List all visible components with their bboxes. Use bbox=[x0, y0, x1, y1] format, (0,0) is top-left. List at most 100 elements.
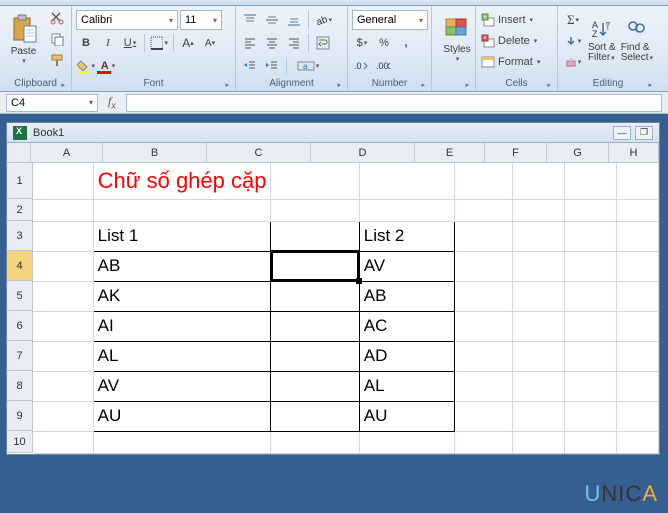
restore-button[interactable]: ❐ bbox=[635, 126, 653, 140]
cell-F5[interactable] bbox=[513, 281, 565, 311]
delete-cells-button[interactable]: ×Delete▾ bbox=[480, 31, 554, 51]
cell-F1[interactable] bbox=[513, 163, 565, 199]
cell-E8[interactable] bbox=[454, 371, 513, 401]
cell-E10[interactable] bbox=[454, 431, 513, 453]
col-header-D[interactable]: D bbox=[311, 143, 415, 163]
cell-G3[interactable] bbox=[565, 221, 617, 251]
row-header-4[interactable]: 4 bbox=[7, 251, 33, 281]
align-top-button[interactable] bbox=[240, 10, 260, 30]
cell-A6[interactable] bbox=[33, 311, 93, 341]
decrease-decimal-button[interactable]: .00 bbox=[374, 56, 394, 76]
percent-button[interactable]: % bbox=[374, 33, 394, 53]
cell-E4[interactable] bbox=[454, 251, 513, 281]
minimize-button[interactable]: — bbox=[613, 126, 631, 140]
cell-F6[interactable] bbox=[513, 311, 565, 341]
autosum-button[interactable]: Σ▾ bbox=[562, 10, 584, 30]
currency-button[interactable]: $▾ bbox=[352, 33, 372, 53]
align-left-button[interactable] bbox=[240, 33, 260, 53]
cell-B7[interactable]: AL bbox=[93, 341, 271, 371]
cell-E7[interactable] bbox=[454, 341, 513, 371]
cell-G2[interactable] bbox=[565, 199, 617, 221]
cell-H6[interactable] bbox=[617, 311, 659, 341]
formula-input[interactable] bbox=[126, 94, 662, 112]
cell-H7[interactable] bbox=[617, 341, 659, 371]
cell-H5[interactable] bbox=[617, 281, 659, 311]
row-header-10[interactable]: 10 bbox=[7, 431, 33, 453]
cell-H1[interactable] bbox=[617, 163, 659, 199]
name-box[interactable]: C4▾ bbox=[6, 94, 98, 112]
cell-E9[interactable] bbox=[454, 401, 513, 431]
cell-A1[interactable] bbox=[33, 163, 93, 199]
col-header-F[interactable]: F bbox=[485, 143, 547, 163]
row-header-1[interactable]: 1 bbox=[7, 163, 33, 199]
cell-C1[interactable] bbox=[271, 163, 359, 199]
cell-B8[interactable]: AV bbox=[93, 371, 271, 401]
cell-F2[interactable] bbox=[513, 199, 565, 221]
cell-A9[interactable] bbox=[33, 401, 93, 431]
font-size-combo[interactable]: 11▾ bbox=[180, 10, 222, 30]
row-header-3[interactable]: 3 bbox=[7, 221, 33, 251]
font-color-button[interactable]: A▾ bbox=[98, 56, 118, 76]
cell-C10[interactable] bbox=[271, 431, 359, 453]
align-center-button[interactable] bbox=[262, 33, 282, 53]
cell-B5[interactable]: AK bbox=[93, 281, 271, 311]
wrap-text-button[interactable] bbox=[313, 33, 333, 53]
format-painter-button[interactable] bbox=[47, 50, 67, 70]
cell-E6[interactable] bbox=[454, 311, 513, 341]
col-header-E[interactable]: E bbox=[415, 143, 485, 163]
row-header-6[interactable]: 6 bbox=[7, 311, 33, 341]
cell-A3[interactable] bbox=[33, 221, 93, 251]
align-middle-button[interactable] bbox=[262, 10, 282, 30]
cell-D10[interactable] bbox=[359, 431, 454, 453]
shrink-font-button[interactable]: A▾ bbox=[200, 33, 220, 53]
row-header-9[interactable]: 9 bbox=[7, 401, 33, 431]
row-header-5[interactable]: 5 bbox=[7, 281, 33, 311]
cell-H10[interactable] bbox=[617, 431, 659, 453]
cell-D4[interactable]: AV bbox=[359, 251, 454, 281]
insert-cells-button[interactable]: +Insert▾ bbox=[480, 10, 554, 30]
clear-button[interactable]: ▾ bbox=[562, 52, 584, 72]
cell-H8[interactable] bbox=[617, 371, 659, 401]
copy-button[interactable] bbox=[47, 29, 67, 49]
font-name-combo[interactable]: Calibri▾ bbox=[76, 10, 178, 30]
cell-B6[interactable]: AI bbox=[93, 311, 271, 341]
cell-C5[interactable] bbox=[271, 281, 359, 311]
cell-A8[interactable] bbox=[33, 371, 93, 401]
cell-D5[interactable]: AB bbox=[359, 281, 454, 311]
cell-A4[interactable] bbox=[33, 251, 93, 281]
paste-button[interactable]: Paste ▾ bbox=[4, 8, 43, 70]
fx-icon[interactable]: fx bbox=[102, 94, 122, 110]
cell-B2[interactable] bbox=[93, 199, 271, 221]
cell-G1[interactable] bbox=[565, 163, 617, 199]
increase-indent-button[interactable] bbox=[262, 56, 282, 76]
cell-B9[interactable]: AU bbox=[93, 401, 271, 431]
sort-filter-button[interactable]: AZ Sort &Filter▾ bbox=[586, 10, 618, 72]
cell-G5[interactable] bbox=[565, 281, 617, 311]
cell-C9[interactable] bbox=[271, 401, 359, 431]
row-header-2[interactable]: 2 bbox=[7, 199, 33, 221]
cell-B4[interactable]: AB bbox=[93, 251, 271, 281]
format-cells-button[interactable]: Format▾ bbox=[480, 52, 554, 72]
cell-C6[interactable] bbox=[271, 311, 359, 341]
bold-button[interactable]: B bbox=[76, 33, 96, 53]
align-bottom-button[interactable] bbox=[284, 10, 304, 30]
cell-G6[interactable] bbox=[565, 311, 617, 341]
cell-H2[interactable] bbox=[617, 199, 659, 221]
cell-A5[interactable] bbox=[33, 281, 93, 311]
cell-A2[interactable] bbox=[33, 199, 93, 221]
italic-button[interactable]: I bbox=[98, 33, 118, 53]
cell-D3[interactable]: List 2 bbox=[359, 221, 454, 251]
select-all-corner[interactable] bbox=[7, 143, 31, 163]
styles-button[interactable]: Styles ▾ bbox=[436, 8, 478, 70]
cell-G10[interactable] bbox=[565, 431, 617, 453]
find-select-button[interactable]: Find &Select▾ bbox=[620, 10, 654, 72]
cell-H9[interactable] bbox=[617, 401, 659, 431]
grow-font-button[interactable]: A▴ bbox=[178, 33, 198, 53]
cell-E5[interactable] bbox=[454, 281, 513, 311]
cell-B1[interactable]: Chữ số ghép cặp bbox=[93, 163, 271, 199]
cell-E3[interactable] bbox=[454, 221, 513, 251]
col-header-A[interactable]: A bbox=[31, 143, 103, 163]
cell-C2[interactable] bbox=[271, 199, 359, 221]
cell-E2[interactable] bbox=[454, 199, 513, 221]
col-header-H[interactable]: H bbox=[609, 143, 659, 163]
